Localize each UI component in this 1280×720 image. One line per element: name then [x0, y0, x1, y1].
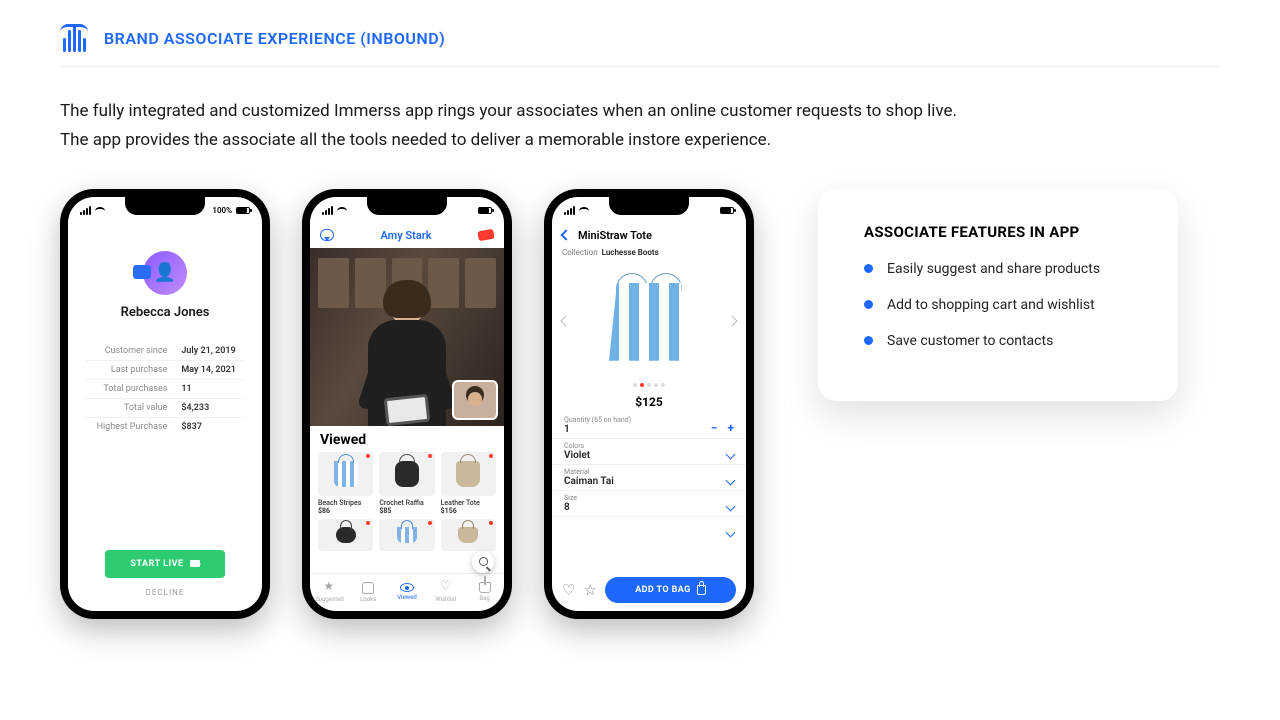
wifi-icon	[579, 207, 589, 215]
wifi-icon	[337, 207, 347, 215]
status-battery: 100%	[212, 206, 232, 215]
lead-line-2: The app provides the associate all the t…	[60, 126, 1220, 155]
product-thumb[interactable]: Leather Tote$156	[441, 452, 496, 515]
camera-icon	[190, 560, 200, 567]
kv-key: Total purchases	[86, 384, 181, 394]
caller-name: Amy Stark	[380, 229, 431, 242]
qty-minus-icon[interactable]: −	[711, 421, 718, 435]
self-view[interactable]	[452, 380, 498, 420]
battery-icon	[478, 207, 492, 214]
chevron-left-icon[interactable]	[560, 315, 571, 326]
signal-icon	[80, 206, 91, 215]
kv-key: Total value	[86, 403, 181, 413]
bullet-icon	[864, 336, 873, 345]
decline-button[interactable]: DECLINE	[146, 588, 185, 597]
signal-icon	[322, 206, 333, 215]
bullet-icon	[864, 264, 873, 273]
star-icon[interactable]: ☆	[583, 581, 596, 599]
feature-item: Easily suggest and share products	[864, 261, 1132, 277]
product-image	[552, 257, 746, 387]
features-card: ASSOCIATE FEATURES IN APP Easily suggest…	[818, 189, 1178, 401]
quantity-field[interactable]: Quantity (65 on hand) 1 −+	[552, 413, 746, 439]
kv-value: May 14, 2021	[181, 365, 244, 375]
phone-live-shopping: 9:41 AM Amy Stark Viewed Beach Stripes$8…	[302, 189, 512, 619]
phone-product-detail: 9:41 AM MiniStraw Tote Collection Luches…	[544, 189, 754, 619]
phone-customer-profile: 9:41 AM 100% 👤 Rebecca Jones Customer si…	[60, 189, 270, 619]
bottom-tabbar: Suggested Looks Viewed Wishlist Bag	[310, 573, 504, 611]
brand-logo-icon	[60, 24, 88, 52]
search-icon	[479, 557, 488, 566]
material-field[interactable]: MaterialCaiman Tai	[552, 465, 746, 491]
product-thumb[interactable]	[318, 519, 373, 551]
video-badge-icon	[133, 265, 151, 279]
product-price: $125	[552, 395, 746, 409]
heart-icon[interactable]: ♡	[562, 581, 575, 599]
back-icon[interactable]	[560, 230, 571, 241]
feature-item: Add to shopping cart and wishlist	[864, 297, 1132, 313]
start-live-button[interactable]: START LIVE	[105, 550, 225, 578]
hangup-icon[interactable]	[477, 229, 494, 242]
customer-avatar: 👤	[143, 251, 187, 295]
color-field[interactable]: ColorsViolet	[552, 439, 746, 465]
qty-plus-icon[interactable]: +	[727, 421, 734, 435]
collection-row: Collection Luchesse Boots	[552, 248, 746, 257]
kv-key: Customer since	[86, 346, 181, 356]
features-title: ASSOCIATE FEATURES IN APP	[864, 223, 1132, 241]
battery-icon	[720, 207, 734, 214]
battery-icon	[236, 207, 250, 214]
bullet-icon	[864, 300, 873, 309]
feature-item: Save customer to contacts	[864, 333, 1132, 349]
chevron-down-icon	[726, 527, 736, 537]
tab-suggested[interactable]: Suggested	[310, 574, 349, 611]
size-field[interactable]: Size8	[552, 491, 746, 517]
product-thumb[interactable]: Crochet Raffia$85	[379, 452, 434, 515]
product-title: MiniStraw Tote	[578, 229, 652, 242]
chevron-right-icon[interactable]	[726, 315, 737, 326]
wifi-icon	[95, 207, 105, 215]
product-thumb[interactable]: Beach Stripes$86	[318, 452, 373, 515]
product-thumb[interactable]	[441, 519, 496, 551]
signal-icon	[564, 206, 575, 215]
tab-viewed[interactable]: Viewed	[388, 574, 427, 611]
viewed-heading: Viewed	[310, 426, 504, 452]
add-to-bag-button[interactable]: ADD TO BAG	[605, 577, 736, 603]
kv-value: $4,233	[181, 403, 244, 413]
chat-icon[interactable]	[320, 229, 334, 241]
kv-value: 11	[181, 384, 244, 394]
product-thumb[interactable]	[379, 519, 434, 551]
tab-looks[interactable]: Looks	[349, 574, 388, 611]
tab-wishlist[interactable]: Wishlist	[426, 574, 465, 611]
section-title: BRAND ASSOCIATE EXPERIENCE (INBOUND)	[104, 29, 445, 48]
search-button[interactable]	[472, 551, 494, 573]
lead-copy: The fully integrated and customized Imme…	[60, 97, 1220, 155]
kv-key: Last purchase	[86, 365, 181, 375]
kv-value: $837	[181, 422, 244, 432]
kv-value: July 21, 2019	[181, 346, 244, 356]
bag-icon	[697, 585, 706, 595]
customer-name: Rebecca Jones	[121, 305, 210, 320]
tab-bag[interactable]: Bag	[465, 574, 504, 611]
kv-key: Highest Purchase	[86, 422, 181, 432]
customer-details: Customer sinceJuly 21, 2019 Last purchas…	[86, 342, 244, 436]
live-video	[310, 248, 504, 426]
lead-line-1: The fully integrated and customized Imme…	[60, 97, 1220, 126]
